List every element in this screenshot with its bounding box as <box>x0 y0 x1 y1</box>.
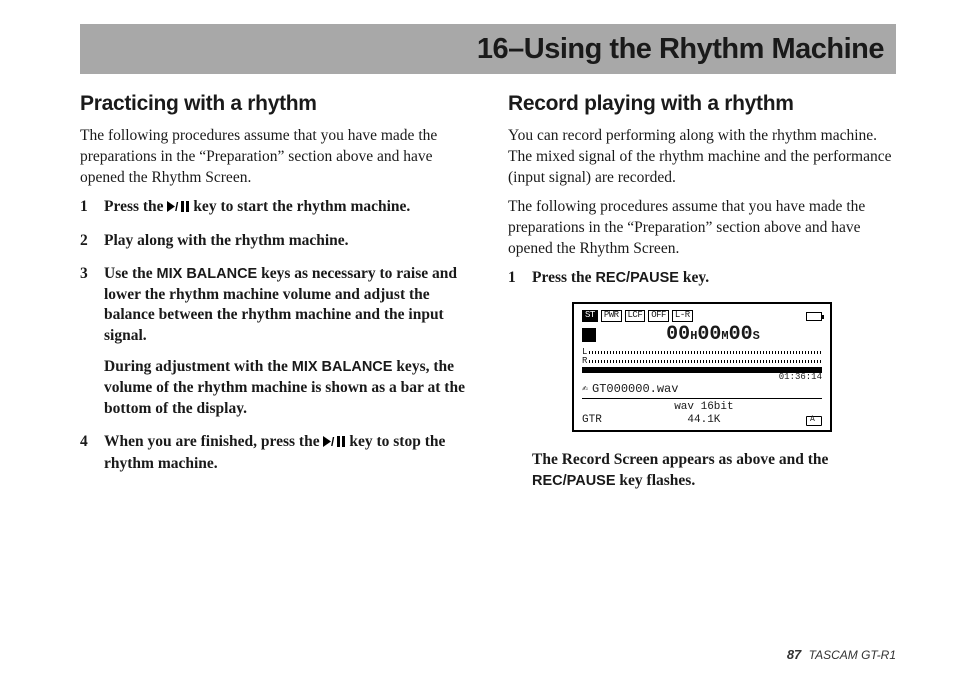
step-text: Press the <box>104 198 167 215</box>
chapter-banner: 16–Using the Rhythm Machine <box>80 24 896 74</box>
step-text: key to start the rhythm machine. <box>189 198 410 215</box>
lcd-meter-r <box>589 360 822 363</box>
step-text: Press the <box>532 269 595 286</box>
step-text: Play along with the rhythm machine. <box>104 231 468 252</box>
step-r1: 1 Press the REC/PAUSE key. <box>508 268 896 289</box>
step-number: 2 <box>80 231 94 252</box>
lcd-r: R <box>582 357 587 366</box>
key-mix-balance: MIX BALANCE <box>157 266 258 282</box>
step-3: 3 Use the MIX BALANCE keys as necessary … <box>80 264 468 420</box>
intro-left: The following procedures assume that you… <box>80 126 468 189</box>
lcd-chip-lcf: LCF <box>625 310 646 322</box>
key-rec-pause: REC/PAUSE <box>595 270 679 286</box>
svg-text:/: / <box>331 436 335 447</box>
lcd-chip-st: ST <box>582 310 598 322</box>
step-text: Use the <box>104 265 157 282</box>
sd-card-icon <box>806 416 822 426</box>
steps-right: 1 Press the REC/PAUSE key. <box>508 268 896 289</box>
product-model: TASCAM GT-R1 <box>809 648 896 662</box>
lcd-chip-pwr: PWR <box>601 310 622 322</box>
page-number: 87 <box>787 647 801 662</box>
lcd-format: wav 16bit <box>674 401 733 413</box>
para-record-2: The following procedures assume that you… <box>508 197 896 260</box>
step-number: 1 <box>508 268 522 289</box>
play-pause-icon: / <box>323 433 345 454</box>
heading-record: Record playing with a rhythm <box>508 92 896 116</box>
heading-practicing: Practicing with a rhythm <box>80 92 468 116</box>
step-4: 4 When you are finished, press the / key… <box>80 432 468 475</box>
after-text: The Record Screen appears as above and t… <box>532 451 828 468</box>
step-text: During adjustment with the <box>104 358 292 375</box>
steps-left: 1 Press the / key to start the rhythm ma… <box>80 197 468 475</box>
flag-icon: ✍ <box>582 384 588 395</box>
column-left: Practicing with a rhythm The following p… <box>80 92 468 503</box>
lcd-screenshot: ST PWR LCF OFF L-R 00H00M00S L R <box>572 302 832 431</box>
page-footer: 87 TASCAM GT-R1 <box>787 647 896 662</box>
lcd-meter-l <box>589 351 822 354</box>
play-pause-icon: / <box>167 198 189 219</box>
step-text: key. <box>679 269 709 286</box>
lcd-time: 00H00M00S <box>604 324 822 346</box>
lcd-samplerate: 44.1K <box>687 414 720 426</box>
step-number: 4 <box>80 432 94 475</box>
step-number: 1 <box>80 197 94 219</box>
after-screen-note: The Record Screen appears as above and t… <box>508 450 896 492</box>
after-text: key flashes. <box>616 472 696 489</box>
key-mix-balance: MIX BALANCE <box>292 359 393 375</box>
lcd-chip-lr: L-R <box>672 310 693 322</box>
lcd-gtr: GTR <box>582 414 602 426</box>
step-1: 1 Press the / key to start the rhythm ma… <box>80 197 468 219</box>
key-rec-pause: REC/PAUSE <box>532 473 616 489</box>
battery-icon <box>806 312 822 321</box>
step-text: When you are finished, press the <box>104 433 323 450</box>
lcd-chip-off: OFF <box>648 310 669 322</box>
para-record-1: You can record performing along with the… <box>508 126 896 189</box>
svg-text:/: / <box>175 201 179 212</box>
stop-icon <box>582 328 596 342</box>
lcd-filename: GT000000.wav <box>592 383 678 396</box>
chapter-title: 16–Using the Rhythm Machine <box>477 33 884 66</box>
column-right: Record playing with a rhythm You can rec… <box>508 92 896 503</box>
step-number: 3 <box>80 264 94 420</box>
step-2: 2 Play along with the rhythm machine. <box>80 231 468 252</box>
